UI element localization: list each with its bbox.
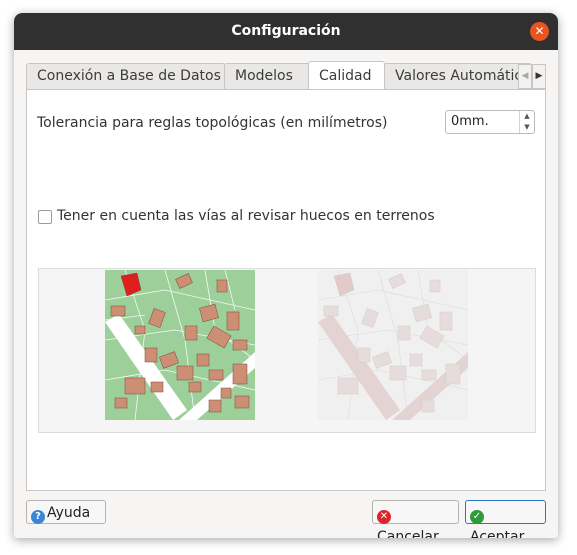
- tolerance-label: Tolerancia para reglas topológicas (en m…: [37, 115, 388, 131]
- question-icon: ?: [31, 510, 45, 524]
- tab-scroll-left-icon[interactable]: ◀: [518, 64, 532, 89]
- quality-panel: Tolerancia para reglas topológicas (en m…: [26, 89, 546, 491]
- cancel-button[interactable]: ✕ Cancelar: [372, 500, 459, 538]
- tab-automatic-values[interactable]: Valores Automátic: [384, 63, 532, 89]
- tab-bar: Conexión a Base de Datos Modelos Calidad…: [26, 61, 546, 90]
- tab-scroll-right-icon[interactable]: ▶: [532, 64, 546, 89]
- accept-button-label: Aceptar: [470, 529, 525, 538]
- tab-database-connection[interactable]: Conexión a Base de Datos: [26, 63, 226, 89]
- map-without-roads-image: [318, 270, 468, 420]
- cancel-button-label: Cancelar: [377, 529, 439, 538]
- illustration-frame: [38, 268, 536, 433]
- configuration-dialog: Configuración ✕ Conexión a Base de Datos…: [14, 13, 558, 538]
- tab-quality[interactable]: Calidad: [308, 61, 385, 89]
- spin-down-icon[interactable]: ▼: [520, 122, 534, 133]
- help-button[interactable]: ? Ayuda: [26, 500, 106, 524]
- tolerance-value[interactable]: 0mm.: [451, 114, 489, 129]
- titlebar[interactable]: Configuración ✕: [14, 13, 558, 50]
- accept-button[interactable]: ✓ Aceptar: [465, 500, 546, 538]
- spin-up-icon[interactable]: ▲: [520, 111, 534, 122]
- roads-checkbox[interactable]: [38, 210, 52, 224]
- cancel-icon: ✕: [377, 510, 391, 524]
- spin-arrows: ▲ ▼: [519, 111, 534, 133]
- window-title: Configuración: [231, 23, 341, 39]
- tab-models[interactable]: Modelos: [224, 63, 320, 89]
- help-button-label: Ayuda: [47, 505, 91, 521]
- map-with-roads-image: [105, 270, 255, 420]
- check-icon: ✓: [470, 510, 484, 524]
- close-icon[interactable]: ✕: [530, 22, 549, 41]
- roads-checkbox-label[interactable]: Tener en cuenta las vías al revisar huec…: [57, 208, 435, 224]
- tolerance-spinbox[interactable]: 0mm. ▲ ▼: [445, 110, 535, 134]
